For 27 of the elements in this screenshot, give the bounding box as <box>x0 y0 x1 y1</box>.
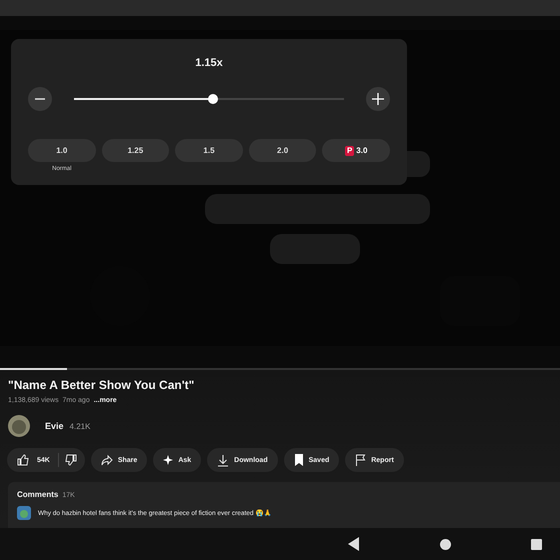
plus-icon <box>371 92 385 106</box>
commenter-avatar-icon <box>17 506 31 520</box>
plus-button[interactable] <box>366 87 390 111</box>
back-icon[interactable] <box>348 537 360 551</box>
home-icon[interactable] <box>440 538 451 550</box>
avatar-icon[interactable] <box>8 415 30 437</box>
minus-button[interactable] <box>28 87 52 111</box>
speed-chip[interactable]: 1.25 <box>102 139 170 162</box>
speed-chip[interactable]: 2.0 <box>248 139 316 162</box>
premium-badge: P <box>344 146 354 156</box>
thumbs-down-icon <box>64 454 77 466</box>
download-icon <box>217 454 230 466</box>
speed-chip[interactable]: 1.0 <box>28 139 96 162</box>
share-icon <box>100 454 113 466</box>
speed-value: 1.15x <box>195 57 223 71</box>
slider-thumb[interactable] <box>208 94 218 104</box>
speed-chip[interactable]: P 3.0 <box>322 139 390 162</box>
recents-icon[interactable] <box>531 538 542 550</box>
channel-name[interactable]: Evie <box>45 421 64 431</box>
video-title: "Name A Better Show You Can't" <box>8 378 196 392</box>
flag-icon <box>355 454 366 466</box>
sparkle-icon <box>163 455 174 465</box>
speed-chip[interactable]: 1.5 <box>175 139 243 162</box>
comments-title: Comments <box>17 490 58 499</box>
subscriber-count: 4.21K <box>70 422 90 430</box>
bookmark-icon <box>294 454 304 466</box>
thumbs-up-icon <box>17 454 29 466</box>
